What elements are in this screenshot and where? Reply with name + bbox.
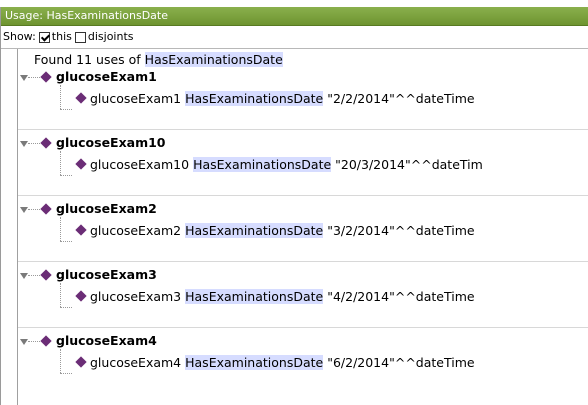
group-separator [18, 261, 588, 262]
group-title[interactable]: glucoseExam2 [56, 201, 157, 216]
axiom-value: "6/2/2014"^^dateTime [327, 355, 475, 370]
axiom-property: HasExaminationsDate [185, 355, 324, 370]
this-checkbox[interactable] [38, 31, 50, 43]
individual-icon [75, 290, 87, 302]
usage-group: glucoseExam2 glucoseExam2 HasExamination… [18, 201, 588, 267]
axiom-line[interactable]: glucoseExam1 HasExaminationsDate "2/2/20… [90, 91, 475, 106]
group-separator [18, 129, 588, 130]
tree-connector [60, 307, 72, 308]
expand-toggle-icon[interactable] [20, 207, 28, 213]
tree-connector [28, 77, 40, 78]
tree-connector [28, 209, 40, 210]
group-title[interactable]: glucoseExam3 [56, 267, 157, 282]
axiom-value: "2/2/2014"^^dateTime [327, 91, 475, 106]
tree-connector [60, 85, 61, 109]
tree-connector [60, 349, 61, 373]
tree-connector [28, 341, 40, 342]
panel-title: Usage: HasExaminationsDate [1, 7, 588, 26]
tree-connector [28, 275, 40, 276]
axiom-subject: glucoseExam4 [90, 355, 182, 370]
expand-toggle-icon[interactable] [20, 75, 28, 81]
axiom-subject: glucoseExam2 [90, 223, 182, 238]
axiom-line[interactable]: glucoseExam2 HasExaminationsDate "3/2/20… [90, 223, 475, 238]
tree-connector [60, 175, 72, 176]
group-title[interactable]: glucoseExam1 [56, 69, 157, 84]
show-label: Show: [3, 30, 36, 43]
axiom-line[interactable]: glucoseExam4 HasExaminationsDate "6/2/20… [90, 355, 475, 370]
individual-icon [40, 203, 52, 215]
found-term: HasExaminationsDate [144, 52, 283, 67]
tree-connector [60, 109, 72, 110]
axiom-property: HasExaminationsDate [193, 157, 332, 172]
axiom-property: HasExaminationsDate [185, 223, 324, 238]
tree-connector [60, 373, 72, 374]
usage-tree: Found 11 uses of HasExaminationsDate glu… [17, 49, 588, 405]
top-strip [0, 0, 588, 7]
toolbar: Show: this disjoints [1, 26, 588, 49]
usage-panel: Usage: HasExaminationsDate Show: this di… [0, 7, 588, 405]
group-title[interactable]: glucoseExam10 [56, 135, 166, 150]
axiom-subject: glucoseExam3 [90, 289, 182, 304]
individual-icon [40, 71, 52, 83]
found-prefix: Found 11 uses of [34, 52, 141, 67]
expand-toggle-icon[interactable] [20, 339, 28, 345]
group-separator [18, 195, 588, 196]
usage-group: glucoseExam4 glucoseExam4 HasExamination… [18, 333, 588, 399]
individual-icon [75, 224, 87, 236]
tree-connector [60, 151, 61, 175]
usage-group: glucoseExam10 glucoseExam10 HasExaminati… [18, 135, 588, 201]
axiom-value: "20/3/2014"^^dateTim [335, 157, 483, 172]
tree-connector [28, 143, 40, 144]
expand-toggle-icon[interactable] [20, 273, 28, 279]
usage-group: glucoseExam1 glucoseExam1 HasExamination… [18, 69, 588, 135]
axiom-line[interactable]: glucoseExam10 HasExaminationsDate "20/3/… [90, 157, 483, 172]
expand-toggle-icon[interactable] [20, 141, 28, 147]
axiom-property: HasExaminationsDate [185, 289, 324, 304]
individual-icon [40, 335, 52, 347]
individual-icon [40, 269, 52, 281]
usage-group: glucoseExam3 glucoseExam3 HasExamination… [18, 267, 588, 333]
tree-connector [60, 217, 61, 241]
disjoints-checkbox[interactable] [74, 31, 86, 43]
axiom-value: "4/2/2014"^^dateTime [327, 289, 475, 304]
individual-icon [75, 356, 87, 368]
axiom-subject: glucoseExam10 [90, 157, 190, 172]
individual-icon [75, 158, 87, 170]
individual-icon [40, 137, 52, 149]
axiom-value: "3/2/2014"^^dateTime [327, 223, 475, 238]
group-title[interactable]: glucoseExam4 [56, 333, 157, 348]
axiom-line[interactable]: glucoseExam3 HasExaminationsDate "4/2/20… [90, 289, 475, 304]
group-separator [18, 327, 588, 328]
this-label: this [51, 30, 72, 43]
found-summary: Found 11 uses of HasExaminationsDate [34, 52, 283, 67]
axiom-property: HasExaminationsDate [185, 91, 324, 106]
tree-connector [60, 241, 72, 242]
disjoints-label: disjoints [87, 30, 134, 43]
tree-connector [60, 283, 61, 307]
axiom-subject: glucoseExam1 [90, 91, 182, 106]
individual-icon [75, 92, 87, 104]
